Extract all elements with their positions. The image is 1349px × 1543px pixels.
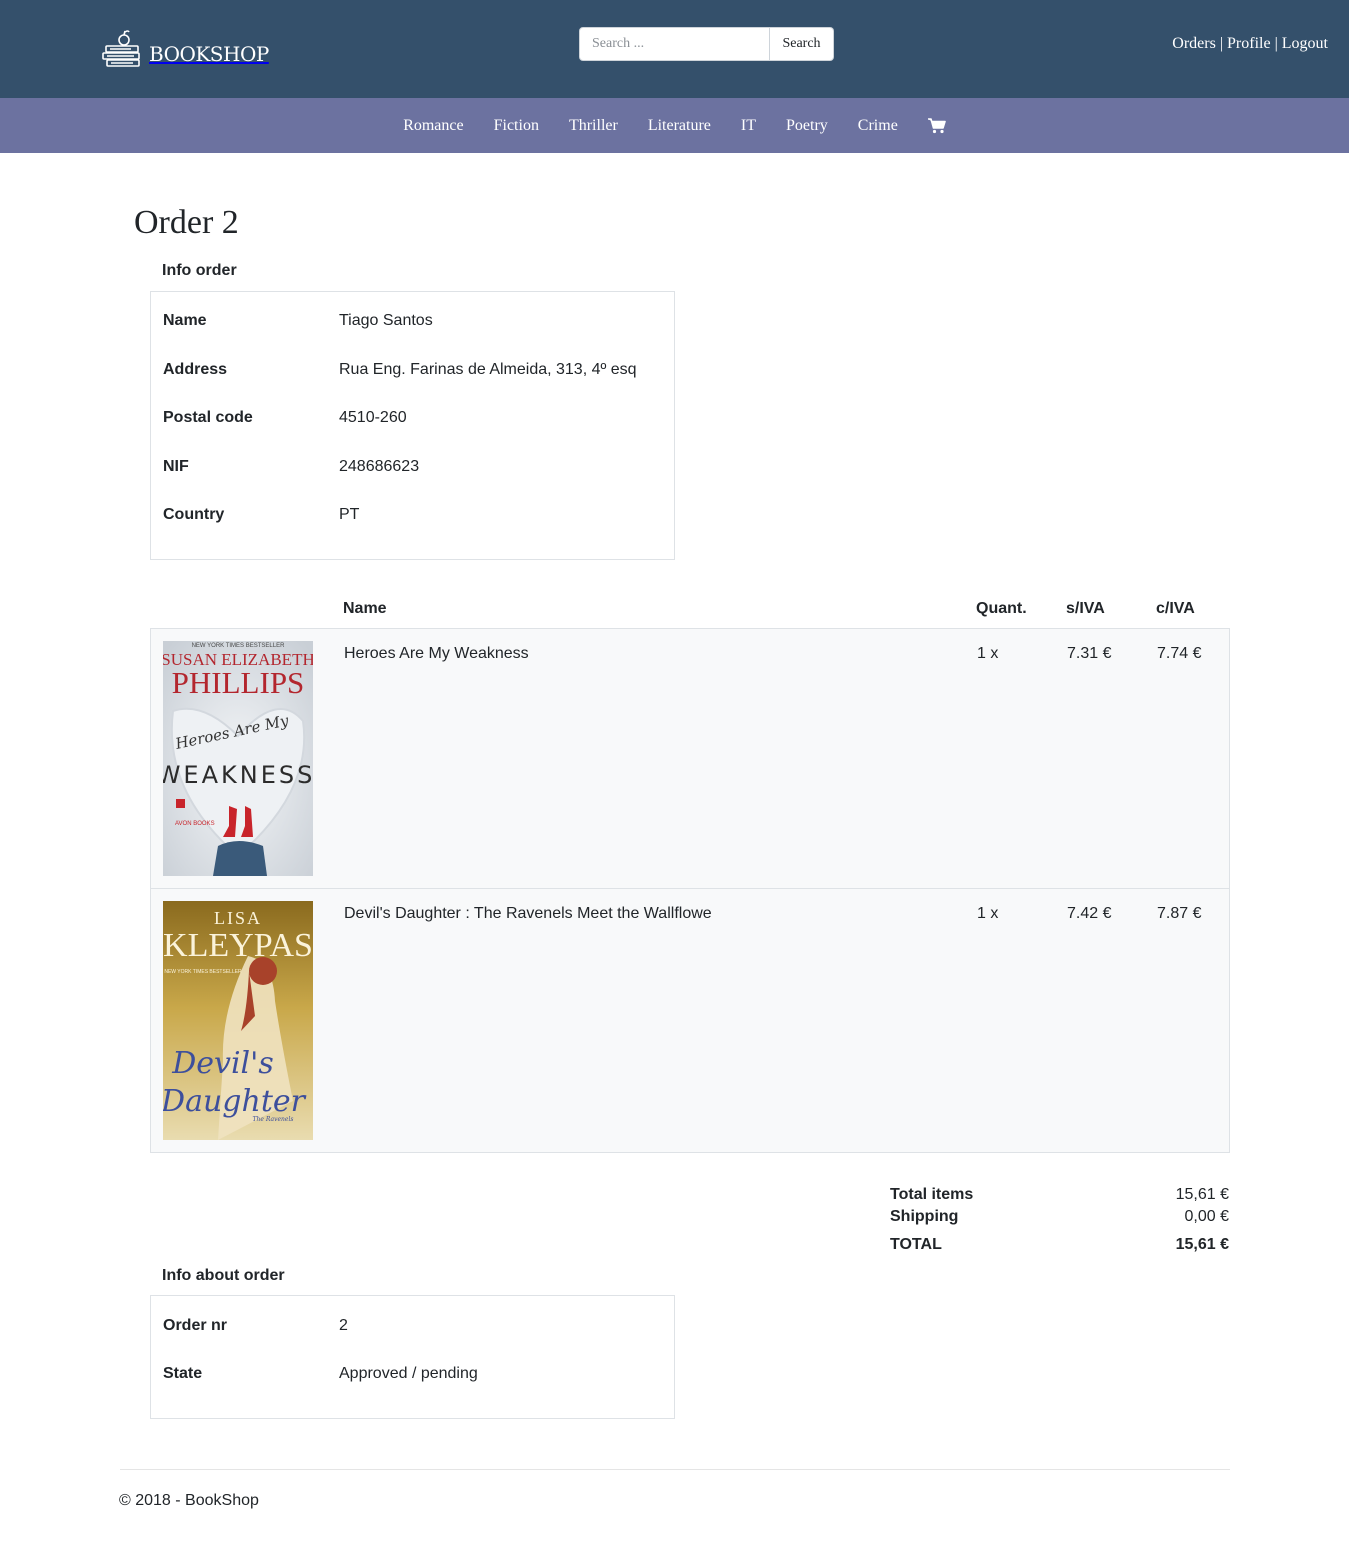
field-label-postal-code: Postal code [163,409,253,426]
cover-publisher: AVON BOOKS [175,821,215,827]
orders-link[interactable]: Orders [1172,35,1216,52]
field-label-address: Address [163,361,228,378]
info-about-order-box: Order nr 2 State Approved / pending [150,1295,675,1419]
column-header-quantity: Quant. [976,600,1027,617]
cover-author-last: KLEYPAS [163,927,313,964]
field-value-nif: 248686623 [339,458,420,475]
logout-link[interactable]: Logout [1282,35,1328,52]
cover-title-big: WEAKNESS [163,761,313,789]
column-header-price-no-vat: s/IVA [1066,600,1105,617]
item-name[interactable]: Devil's Daughter : The Ravenels Meet the… [344,905,712,923]
book-cover-image[interactable]: LISA KLEYPAS NEW YORK TIMES BESTSELLER D… [163,901,313,1140]
search-form: Search [579,27,834,61]
books-apple-icon [102,30,140,67]
category-fiction[interactable]: Fiction [494,117,539,135]
table-row: LISA KLEYPAS NEW YORK TIMES BESTSELLER D… [150,888,1230,1153]
cover-series: The Ravenels [253,1116,294,1123]
field-label-order-nr: Order nr [163,1317,228,1334]
field-value-state: Approved / pending [339,1365,478,1382]
footer-copyright: © 2018 - BookShop [119,1492,259,1509]
logo-link[interactable]: BOOKSHOP [101,28,269,70]
cover-tagline: NEW YORK TIMES BESTSELLER [192,643,285,649]
logo-text: BOOKSHOP [149,42,269,66]
field-label-state: State [163,1365,203,1382]
grand-total-label: TOTAL [890,1236,942,1253]
category-romance[interactable]: Romance [403,117,463,135]
page-title: Order 2 [134,204,239,241]
top-header: BOOKSHOP Search Orders|Profile|Logout [0,0,1349,98]
shipping-label: Shipping [890,1208,959,1225]
category-list: Romance Fiction Thriller Literature IT P… [0,98,1349,153]
category-literature[interactable]: Literature [648,117,711,135]
field-label-name: Name [163,312,207,329]
grand-total-value: 15,61 € [1175,1236,1229,1253]
link-separator: | [1219,35,1224,52]
link-separator: | [1274,35,1278,52]
category-thriller[interactable]: Thriller [569,117,618,135]
info-order-title: Info order [162,262,237,279]
item-price-no-vat: 7.31 € [1067,645,1112,662]
cover-title-2: Daughter [163,1084,307,1119]
total-items-label: Total items [890,1186,974,1203]
column-header-price-vat: c/IVA [1156,600,1195,617]
table-row: NEW YORK TIMES BESTSELLER SUSAN ELIZABET… [150,628,1230,889]
column-header-name: Name [343,600,387,617]
book-cover-image[interactable]: NEW YORK TIMES BESTSELLER SUSAN ELIZABET… [163,641,313,876]
field-value-postal-code: 4510-260 [339,409,407,426]
cover-author-last: PHILLIPS [172,665,305,700]
field-value-country: PT [339,506,360,523]
item-quantity: 1 x [977,645,999,662]
item-price-no-vat: 7.42 € [1067,905,1112,922]
footer-divider [120,1469,1230,1470]
field-label-nif: NIF [163,458,189,475]
item-price-vat: 7.74 € [1157,645,1202,662]
item-price-vat: 7.87 € [1157,905,1202,922]
item-quantity: 1 x [977,905,999,922]
field-value-address: Rua Eng. Farinas de Almeida, 313, 4º esq [339,361,637,378]
cover-author-first: LISA [214,908,262,928]
category-nav: Romance Fiction Thriller Literature IT P… [0,98,1349,153]
search-input[interactable] [579,27,770,61]
info-about-order-title: Info about order [162,1267,285,1284]
cover-title-1: Devil's [171,1046,274,1081]
search-button[interactable]: Search [770,27,834,61]
category-poetry[interactable]: Poetry [786,117,828,135]
field-value-name: Tiago Santos [339,312,433,329]
cover-tagline: NEW YORK TIMES BESTSELLER [164,969,242,975]
category-it[interactable]: IT [741,117,756,135]
shipping-value: 0,00 € [1184,1208,1229,1225]
total-items-value: 15,61 € [1175,1186,1229,1203]
user-links: Orders | Profile | Logout [1172,35,1328,53]
category-crime[interactable]: Crime [858,117,898,135]
info-order-box: Name Tiago Santos Address Rua Eng. Farin… [150,291,675,560]
profile-link[interactable]: Profile [1227,35,1271,52]
item-name[interactable]: Heroes Are My Weakness [344,645,529,663]
shopping-cart-icon[interactable] [927,117,946,134]
field-label-country: Country [163,506,225,523]
field-value-order-nr: 2 [339,1317,348,1334]
